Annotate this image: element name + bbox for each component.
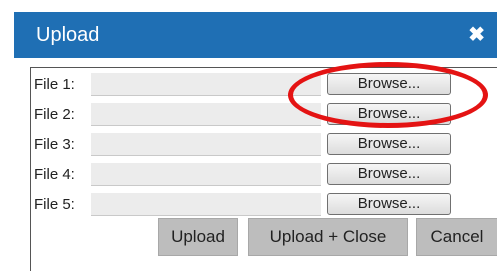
file-label: File 3: (34, 136, 75, 153)
browse-button[interactable]: Browse... (327, 73, 451, 95)
browse-button[interactable]: Browse... (327, 133, 451, 155)
browse-button[interactable]: Browse... (327, 103, 451, 125)
browse-button[interactable]: Browse... (327, 163, 451, 185)
file-label: File 5: (34, 196, 75, 213)
dialog-titlebar: Upload ✖ (14, 12, 497, 58)
file-row-5: File 5: Browse... (31, 193, 497, 217)
cancel-button[interactable]: Cancel (416, 218, 497, 256)
dialog-title: Upload (36, 24, 100, 46)
upload-button[interactable]: Upload (158, 218, 238, 256)
file-input[interactable] (91, 193, 321, 216)
browse-button[interactable]: Browse... (327, 193, 451, 215)
file-row-1: File 1: Browse... (31, 73, 497, 97)
upload-close-button[interactable]: Upload + Close (248, 218, 408, 256)
file-input[interactable] (91, 163, 321, 186)
file-row-3: File 3: Browse... (31, 133, 497, 157)
file-input[interactable] (91, 73, 321, 96)
close-icon[interactable]: ✖ (468, 24, 485, 46)
file-row-4: File 4: Browse... (31, 163, 497, 187)
file-label: File 2: (34, 106, 75, 123)
upload-dialog: Upload ✖ File 1: Browse... File 2: Brows… (0, 0, 497, 271)
file-list-panel: File 1: Browse... File 2: Browse... File… (30, 67, 497, 271)
file-input[interactable] (91, 103, 321, 126)
file-row-2: File 2: Browse... (31, 103, 497, 127)
file-label: File 1: (34, 76, 75, 93)
file-input[interactable] (91, 133, 321, 156)
file-label: File 4: (34, 166, 75, 183)
